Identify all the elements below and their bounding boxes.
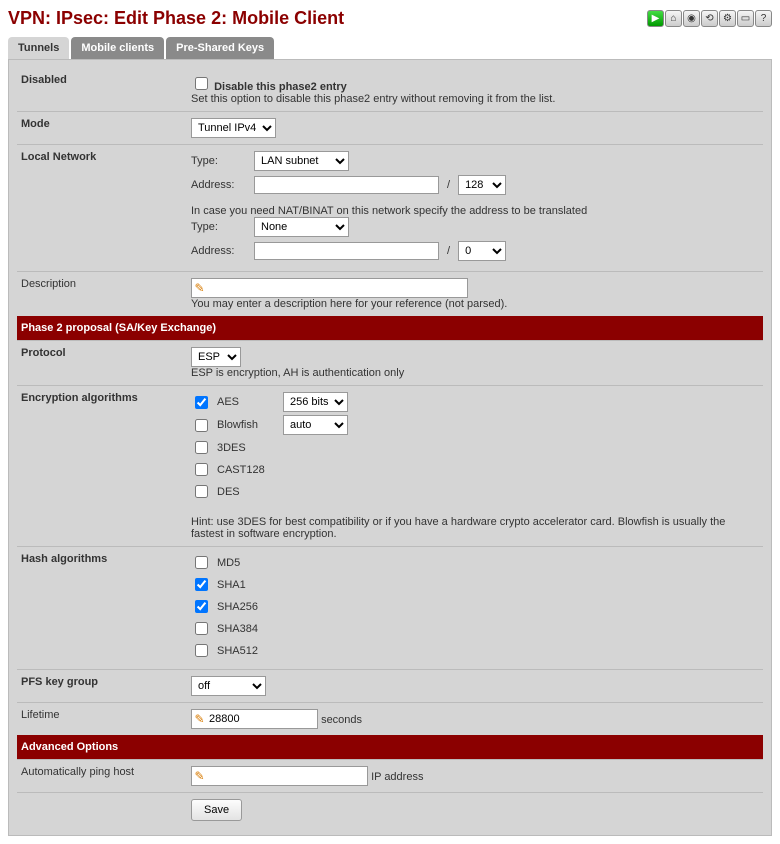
nat-addr-input[interactable] bbox=[254, 242, 439, 260]
hash-sha384-cb[interactable] bbox=[195, 622, 208, 635]
hash-md5-cb[interactable] bbox=[195, 556, 208, 569]
pfs-select[interactable]: off bbox=[191, 676, 266, 696]
autoping-suffix: IP address bbox=[371, 771, 423, 783]
enc-3des-cb[interactable] bbox=[195, 441, 208, 454]
tab-bar: Tunnels Mobile clients Pre-Shared Keys bbox=[8, 37, 772, 59]
nat-cidr-select[interactable]: 0 bbox=[458, 241, 506, 261]
ln-addr-label: Address: bbox=[191, 179, 246, 191]
slash: / bbox=[447, 245, 450, 257]
hash-sha512-cb[interactable] bbox=[195, 644, 208, 657]
pencil-icon: ✎ bbox=[192, 769, 207, 784]
enc-blowfish-cb[interactable] bbox=[195, 419, 208, 432]
tab-psk[interactable]: Pre-Shared Keys bbox=[166, 37, 274, 59]
hash-sha384-label: SHA384 bbox=[217, 623, 277, 635]
hash-sha256-cb[interactable] bbox=[195, 600, 208, 613]
mode-label: Mode bbox=[17, 112, 187, 145]
phase2-header: Phase 2 proposal (SA/Key Exchange) bbox=[17, 316, 763, 341]
slash: / bbox=[447, 179, 450, 191]
encryption-label: Encryption algorithms bbox=[17, 386, 187, 547]
window-icon[interactable]: ▭ bbox=[737, 10, 754, 27]
advanced-header: Advanced Options bbox=[17, 735, 763, 760]
header-icon-bar: ▶ ⌂ ◉ ⟲ ⚙ ▭ ? bbox=[647, 10, 772, 27]
hash-sha1-cb[interactable] bbox=[195, 578, 208, 591]
ln-cidr-select[interactable]: 128 bbox=[458, 175, 506, 195]
globe-icon[interactable]: ◉ bbox=[683, 10, 700, 27]
nat-addr-label: Address: bbox=[191, 245, 246, 257]
disabled-label: Disabled bbox=[17, 68, 187, 112]
protocol-select[interactable]: ESP bbox=[191, 347, 241, 367]
home-icon[interactable]: ⌂ bbox=[665, 10, 682, 27]
nat-type-select[interactable]: None bbox=[254, 217, 349, 237]
local-network-label: Local Network bbox=[17, 145, 187, 272]
ln-addr-input[interactable] bbox=[254, 176, 439, 194]
enc-aes-cb[interactable] bbox=[195, 396, 208, 409]
mode-select[interactable]: Tunnel IPv4 bbox=[191, 118, 276, 138]
autoping-input[interactable] bbox=[207, 767, 367, 785]
play-icon[interactable]: ▶ bbox=[647, 10, 664, 27]
gear-icon[interactable]: ⚙ bbox=[719, 10, 736, 27]
help-icon[interactable]: ? bbox=[755, 10, 772, 27]
hash-sha1-label: SHA1 bbox=[217, 579, 277, 591]
hash-md5-label: MD5 bbox=[217, 557, 277, 569]
disable-checkbox[interactable] bbox=[195, 77, 208, 90]
pfs-label: PFS key group bbox=[17, 670, 187, 703]
protocol-hint: ESP is encryption, AH is authentication … bbox=[191, 367, 404, 379]
lifetime-label: Lifetime bbox=[17, 703, 187, 736]
tab-tunnels[interactable]: Tunnels bbox=[8, 37, 69, 59]
hash-sha256-label: SHA256 bbox=[217, 601, 277, 613]
nat-hint: In case you need NAT/BINAT on this netwo… bbox=[191, 205, 759, 217]
description-label: Description bbox=[17, 272, 187, 317]
page-title: VPN: IPsec: Edit Phase 2: Mobile Client bbox=[8, 8, 344, 29]
form-panel: Disabled Disable this phase2 entry Set t… bbox=[8, 59, 772, 836]
protocol-label: Protocol bbox=[17, 341, 187, 386]
pencil-icon: ✎ bbox=[192, 281, 207, 296]
description-hint: You may enter a description here for you… bbox=[191, 298, 507, 310]
lifetime-suffix: seconds bbox=[321, 714, 362, 726]
enc-aes-bits[interactable]: 256 bits bbox=[283, 392, 348, 412]
save-button[interactable]: Save bbox=[191, 799, 242, 821]
disable-cb-label: Disable this phase2 entry bbox=[214, 81, 347, 93]
encryption-hint: Hint: use 3DES for best compatibility or… bbox=[191, 516, 759, 540]
hash-sha512-label: SHA512 bbox=[217, 645, 277, 657]
enc-cast128-cb[interactable] bbox=[195, 463, 208, 476]
tab-mobile-clients[interactable]: Mobile clients bbox=[71, 37, 164, 59]
enc-des-label: DES bbox=[217, 486, 277, 498]
ln-type-select[interactable]: LAN subnet bbox=[254, 151, 349, 171]
pencil-icon: ✎ bbox=[192, 712, 207, 727]
enc-blowfish-label: Blowfish bbox=[217, 419, 277, 431]
enc-des-cb[interactable] bbox=[195, 485, 208, 498]
description-input[interactable] bbox=[207, 279, 467, 297]
lifetime-input[interactable] bbox=[207, 710, 317, 728]
enc-3des-label: 3DES bbox=[217, 442, 277, 454]
enc-cast128-label: CAST128 bbox=[217, 464, 277, 476]
hash-label: Hash algorithms bbox=[17, 547, 187, 670]
ln-type-label: Type: bbox=[191, 155, 246, 167]
autoping-label: Automatically ping host bbox=[17, 760, 187, 793]
refresh-icon[interactable]: ⟲ bbox=[701, 10, 718, 27]
enc-aes-label: AES bbox=[217, 396, 277, 408]
disable-hint: Set this option to disable this phase2 e… bbox=[191, 93, 555, 105]
nat-type-label: Type: bbox=[191, 221, 246, 233]
enc-blowfish-bits[interactable]: auto bbox=[283, 415, 348, 435]
